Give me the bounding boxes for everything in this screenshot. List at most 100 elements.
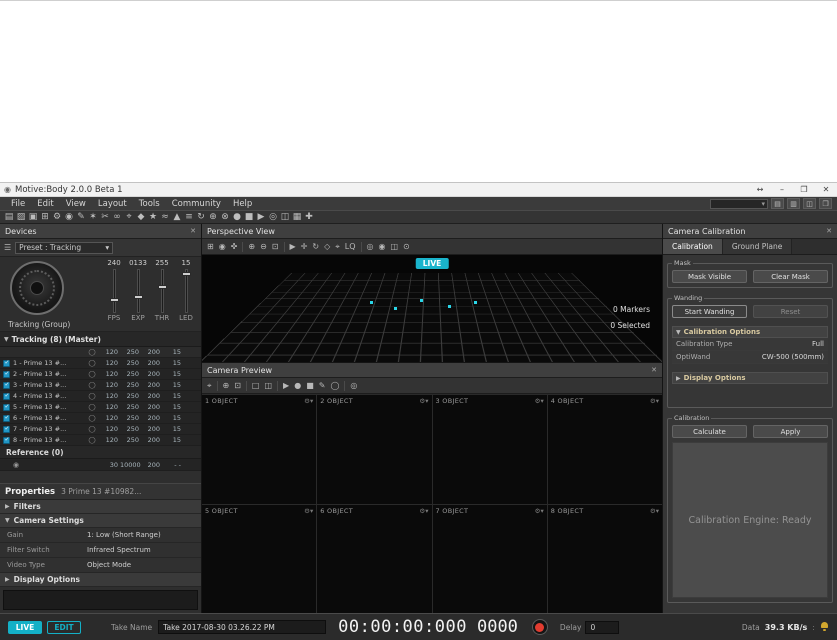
remove-icon[interactable]: ⊗	[219, 211, 231, 223]
mask-square-icon[interactable]: ■	[306, 381, 314, 391]
layout-icon[interactable]: ⊞	[39, 211, 51, 223]
menu-item[interactable]: File	[5, 199, 31, 209]
grid-icon[interactable]: ⊞	[207, 242, 214, 252]
play-icon[interactable]: ▶	[255, 211, 267, 223]
video-pane-icon[interactable]: ◫	[279, 211, 291, 223]
calibration-options-header[interactable]: ▼ Calibration Options	[672, 326, 828, 338]
mask-visible-button[interactable]: Mask Visible	[672, 270, 747, 283]
scale-tool-icon[interactable]: ◇	[324, 242, 330, 252]
gear-icon[interactable]: ⚙▾	[650, 397, 659, 405]
property-row[interactable]: Video Type Object Mode	[0, 558, 201, 573]
device-enabled-checkbox[interactable]	[3, 403, 10, 411]
layout-single-icon[interactable]: □	[252, 381, 260, 391]
reset-button[interactable]: Reset	[753, 305, 828, 318]
mask-ellipse-icon[interactable]: ◯	[330, 381, 339, 391]
tab-calibration[interactable]: Calibration	[663, 239, 723, 254]
property-value[interactable]: Object Mode	[87, 561, 131, 569]
device-row[interactable]: 7 - Prime 13 #... ◯ 120 250 200 15	[0, 424, 201, 435]
zoom-fit-icon[interactable]: ⊡	[234, 381, 241, 391]
close-icon[interactable]: ✕	[190, 227, 196, 235]
device-enabled-checkbox[interactable]	[3, 414, 10, 422]
help-panel-icon[interactable]: ❒	[819, 198, 832, 209]
mask-circle-icon[interactable]: ●	[294, 381, 301, 391]
fps-slider-handle[interactable]	[109, 298, 119, 302]
clear-mask-button[interactable]: Clear Mask	[753, 270, 828, 283]
record-button[interactable]	[531, 619, 548, 635]
device-row[interactable]: 3 - Prime 13 #... ◯ 120 250 200 15	[0, 380, 201, 391]
rotate-tool-icon[interactable]: ↻	[312, 242, 319, 252]
camera-cell[interactable]: 1 OBJECT ⚙▾	[202, 395, 317, 504]
led-slider-track[interactable]	[181, 269, 191, 313]
calculate-button[interactable]: Calculate	[672, 425, 747, 438]
new-take-icon[interactable]: ▤	[3, 211, 15, 223]
filters-section-header[interactable]: ▶ Filters	[0, 500, 201, 514]
property-value[interactable]: Infrared Spectrum	[87, 546, 151, 554]
gear-icon[interactable]: ⚙▾	[650, 507, 659, 515]
camera-icon[interactable]: ◉	[63, 211, 75, 223]
device-enabled-checkbox[interactable]	[3, 436, 10, 444]
device-enabled-checkbox[interactable]	[3, 370, 10, 378]
skeleton-icon[interactable]: ★	[147, 211, 159, 223]
list-icon[interactable]: ☰	[4, 243, 11, 252]
device-row[interactable]: 4 - Prime 13 #... ◯ 120 250 200 15	[0, 391, 201, 402]
select-tool-icon[interactable]: ▶	[283, 381, 289, 391]
window-dock-button[interactable]: ↔	[749, 183, 771, 197]
cut-icon[interactable]: ✂	[99, 211, 111, 223]
exposure-slider-track[interactable]	[133, 269, 143, 313]
gear-icon[interactable]: ⚙▾	[419, 397, 428, 405]
device-enabled-checkbox[interactable]	[3, 359, 10, 367]
zoom-fit-icon[interactable]: ⊡	[272, 242, 279, 252]
expand-icon[interactable]: ⊕	[207, 211, 219, 223]
data-pane-icon[interactable]: ▦	[291, 211, 303, 223]
device-enabled-checkbox[interactable]	[3, 392, 10, 400]
eye-icon[interactable]: ⊙	[403, 242, 410, 252]
menu-item[interactable]: Community	[166, 199, 227, 209]
menu-item[interactable]: Edit	[31, 199, 59, 209]
property-row[interactable]: Filter Switch Infrared Spectrum	[0, 543, 201, 558]
layout-load-icon[interactable]: ▥	[787, 198, 800, 209]
edit-tools-icon[interactable]: ✎	[75, 211, 87, 223]
trajectory-icon[interactable]: ≈	[159, 211, 171, 223]
gear-icon[interactable]: ⚙▾	[304, 397, 313, 405]
gear-icon[interactable]: ⚙▾	[535, 507, 544, 515]
preset-dropdown[interactable]: Preset : Tracking ▾	[15, 241, 114, 254]
graph-icon[interactable]: ▲	[171, 211, 183, 223]
tab-ground-plane[interactable]: Ground Plane	[722, 239, 793, 254]
close-icon[interactable]: ✕	[826, 227, 832, 235]
layout-save-icon[interactable]: ▤	[771, 198, 784, 209]
settings-icon[interactable]: ⚙	[51, 211, 63, 223]
exposure-slider-handle[interactable]	[133, 295, 143, 299]
marker-tool-icon[interactable]: ⌖	[335, 242, 340, 252]
pan-view-icon[interactable]: ✜	[231, 242, 238, 252]
save-icon[interactable]: ▣	[27, 211, 39, 223]
device-row[interactable]: 1 - Prime 13 #... ◯ 120 250 200 15	[0, 358, 201, 369]
gear-icon[interactable]: ⚙▾	[535, 397, 544, 405]
mask-pen-icon[interactable]: ✎	[319, 381, 326, 391]
marker-icon[interactable]: ⌖	[123, 211, 135, 223]
menu-item[interactable]: Tools	[133, 199, 166, 209]
zoom-in-icon[interactable]: ⊕	[248, 242, 255, 252]
close-icon[interactable]: ✕	[651, 366, 657, 374]
docking-icon[interactable]: ◫	[803, 198, 816, 209]
start-wanding-button[interactable]: Start Wanding	[672, 305, 747, 318]
camera-cell[interactable]: 2 OBJECT ⚙▾	[317, 395, 432, 504]
camera-overlay-icon[interactable]: ◉	[378, 242, 385, 252]
select-tool-icon[interactable]: ▶	[290, 242, 296, 252]
gear-icon[interactable]: ⚙▾	[419, 507, 428, 515]
probe-icon[interactable]: ◎	[267, 211, 279, 223]
threshold-slider-track[interactable]	[157, 269, 167, 313]
device-enabled-checkbox[interactable]	[3, 425, 10, 433]
window-maximize-button[interactable]: ❐	[793, 183, 815, 197]
window-minimize-button[interactable]: –	[771, 183, 793, 197]
notifications-bell-icon[interactable]	[820, 622, 829, 632]
record-icon[interactable]: ●	[231, 211, 243, 223]
camera-settings-section-header[interactable]: ▼ Camera Settings	[0, 514, 201, 528]
property-row[interactable]: Gain 1: Low (Short Range)	[0, 528, 201, 543]
display-options-header[interactable]: ▶ Display Options	[672, 372, 828, 384]
gear-icon[interactable]: ⚙▾	[304, 507, 313, 515]
apply-button[interactable]: Apply	[753, 425, 828, 438]
camera-cell[interactable]: 8 OBJECT ⚙▾	[547, 504, 662, 613]
perspective-viewport[interactable]: LIVE 0 Markers 0 Selected	[202, 255, 662, 362]
panel-splitter[interactable]	[0, 471, 201, 483]
reference-row[interactable]: ◉ 30 10000 200 - -	[0, 459, 201, 471]
